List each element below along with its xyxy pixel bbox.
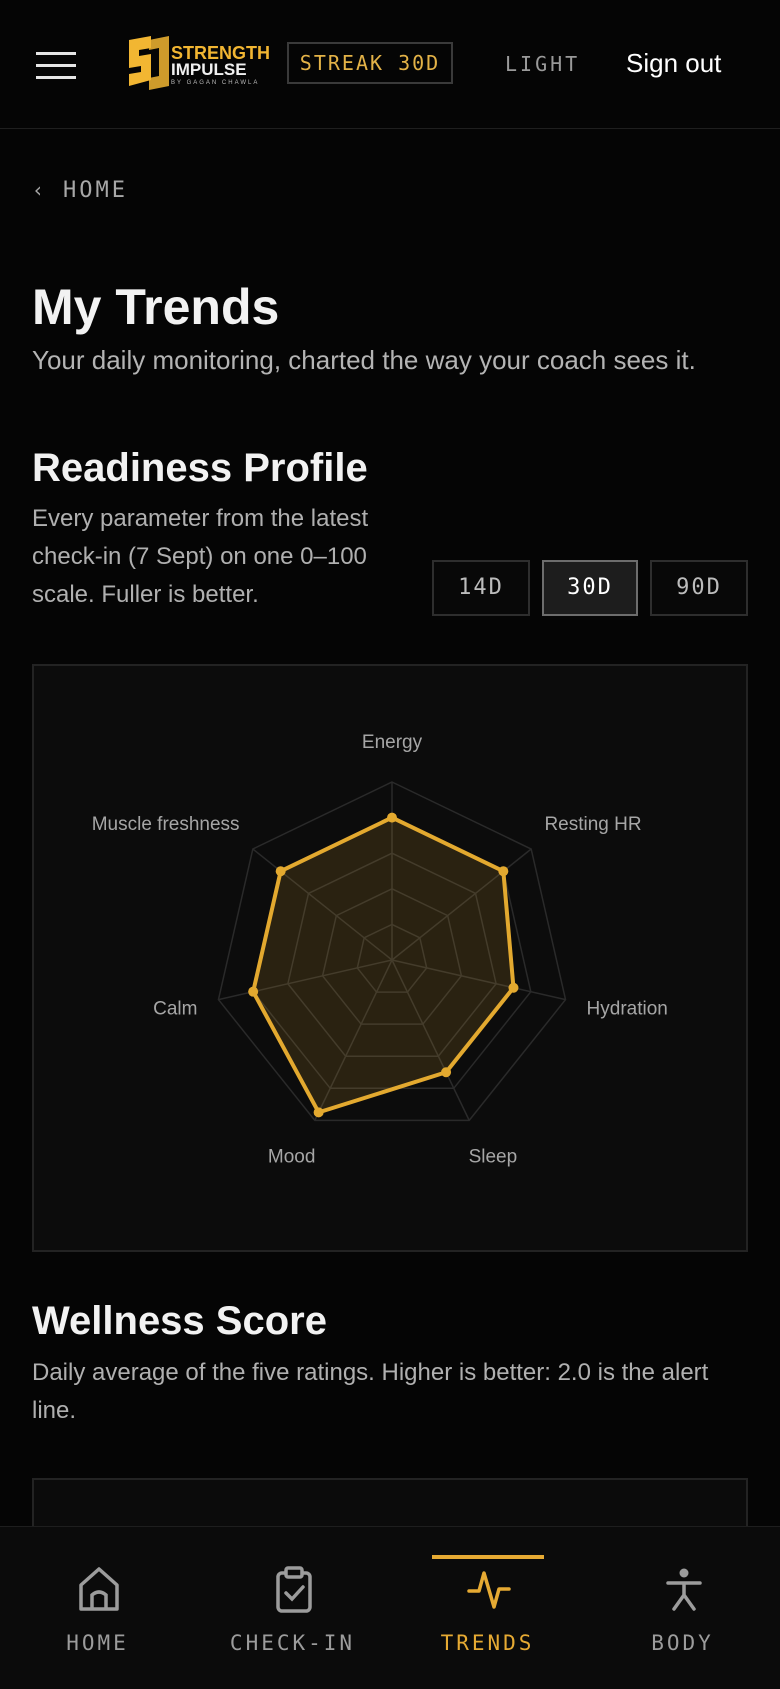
nav-check-in[interactable]: CHECK-IN [195, 1527, 390, 1689]
sign-out-button[interactable]: Sign out [626, 46, 721, 80]
range-90d-button[interactable]: 90D [650, 560, 748, 616]
range-30d-button[interactable]: 30D [542, 560, 638, 616]
radar-axis-label: Hydration [587, 999, 668, 1020]
wellness-title: Wellness Score [32, 1299, 327, 1343]
wellness-description: Daily average of the five ratings. Highe… [32, 1359, 709, 1424]
nav-home-label: HOME [66, 1631, 129, 1655]
top-bar: STRENGTH IMPULSE BY GAGAN CHAWLA STREAK … [0, 0, 780, 129]
radar-point-resting-hr [498, 866, 509, 877]
nav-trends-label: TRENDS [440, 1631, 535, 1655]
chevron-left-icon: ‹ [32, 178, 48, 202]
radar-point-energy [387, 812, 397, 823]
clipboard-check-icon [276, 1566, 312, 1613]
radar-point-muscle-freshness [275, 866, 286, 877]
person-icon [666, 1568, 702, 1611]
radar-point-hydration [508, 982, 519, 993]
radar-point-mood [313, 1107, 324, 1118]
page-subtitle: Your daily monitoring, charted the way y… [32, 345, 696, 375]
readiness-description: Every parameter from the latest check-in… [32, 505, 369, 608]
nav-home[interactable]: HOME [0, 1527, 195, 1689]
bottom-nav: HOME CHECK-IN TRENDS BODY [0, 1526, 780, 1689]
readiness-title: Readiness Profile [32, 446, 368, 490]
logo-mark-icon [129, 36, 169, 90]
radar-axis-label: Sleep [469, 1146, 518, 1167]
radar-axis-label: Calm [153, 999, 197, 1020]
radar-axis-label: Muscle freshness [92, 814, 240, 835]
home-icon [79, 1567, 119, 1611]
radar-axis-label: Mood [268, 1146, 316, 1167]
readiness-radar-chart: Energy Resting HR Hydration Sleep Mood Calm Mu… [32, 664, 748, 1252]
radar-point-calm [248, 986, 259, 997]
radar-point-sleep [441, 1067, 452, 1078]
breadcrumb-label: HOME [63, 178, 129, 203]
activity-icon [467, 1571, 511, 1609]
nav-body[interactable]: BODY [585, 1527, 780, 1689]
radar-axis-label: Resting HR [544, 814, 641, 835]
active-tab-indicator [432, 1555, 544, 1559]
nav-trends[interactable]: TRENDS [390, 1527, 585, 1689]
nav-check-in-label: CHECK-IN [229, 1631, 356, 1655]
brand-logo[interactable]: STRENGTH IMPULSE BY GAGAN CHAWLA [127, 36, 270, 92]
logo-tagline: BY GAGAN CHAWLA [171, 80, 260, 86]
hamburger-icon[interactable] [36, 52, 76, 80]
nav-body-label: BODY [651, 1631, 714, 1655]
logo-line2: IMPULSE [171, 60, 247, 79]
breadcrumb[interactable]: ‹ HOME [32, 174, 128, 206]
range-14d-button[interactable]: 14D [432, 560, 530, 616]
radar-axis-label: Energy [362, 732, 423, 753]
theme-toggle[interactable]: LIGHT [505, 50, 580, 78]
radar-series-area [251, 815, 516, 1115]
page-title: My Trends [32, 279, 280, 335]
radar-svg: Energy Resting HR Hydration Sleep Mood Calm Mu… [92, 732, 668, 1167]
streak-badge: STREAK 30D [287, 42, 453, 84]
